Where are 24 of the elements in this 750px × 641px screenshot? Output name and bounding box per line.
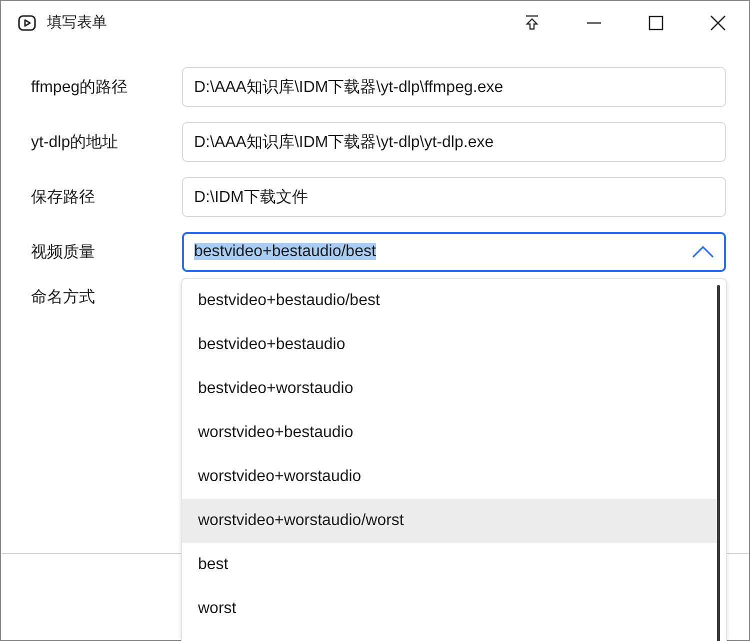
- chevron-icon: [692, 246, 714, 258]
- field-label: ffmpeg的路径: [31, 78, 129, 98]
- pin-top-icon[interactable]: [523, 14, 541, 32]
- scrollbar[interactable]: [717, 285, 720, 641]
- dropdown-option[interactable]: bestvideo+worstaudio: [182, 367, 720, 411]
- field-label: 命名方式: [31, 288, 96, 308]
- field-label: 保存路径: [31, 188, 96, 208]
- path-field[interactable]: D:\AAA知识库\IDM下载器\yt-dlp\ffmpeg.exe: [182, 67, 726, 107]
- field-label: 视频质量: [31, 242, 96, 262]
- dropdown-option[interactable]: bestvideo+bestaudio/best: [182, 279, 720, 323]
- window-title: 填写表单: [47, 13, 108, 32]
- dropdown-option[interactable]: worstvideo+bestaudio: [182, 411, 720, 455]
- path-field[interactable]: D:\IDM下载文件: [182, 177, 726, 217]
- field-label: yt-dlp的地址: [31, 132, 120, 152]
- close-icon[interactable]: [709, 14, 727, 32]
- dropdown-option[interactable]: worstvideo+worstaudio: [182, 455, 720, 499]
- path-field[interactable]: D:\AAA知识库\IDM下载器\yt-dlp\yt-dlp.exe: [182, 122, 726, 162]
- dropdown-option[interactable]: worstvideo+worstaudio/worst: [182, 499, 720, 543]
- dropdown-option[interactable]: worst: [182, 587, 720, 631]
- dropdown-option[interactable]: best: [182, 543, 720, 587]
- dropdown-option[interactable]: bestvideo+bestaudio: [182, 323, 720, 367]
- quality-dropdown[interactable]: bestvideo+bestaudio/best: [182, 232, 726, 272]
- maximize-icon[interactable]: [647, 14, 665, 32]
- play-icon: [17, 12, 37, 32]
